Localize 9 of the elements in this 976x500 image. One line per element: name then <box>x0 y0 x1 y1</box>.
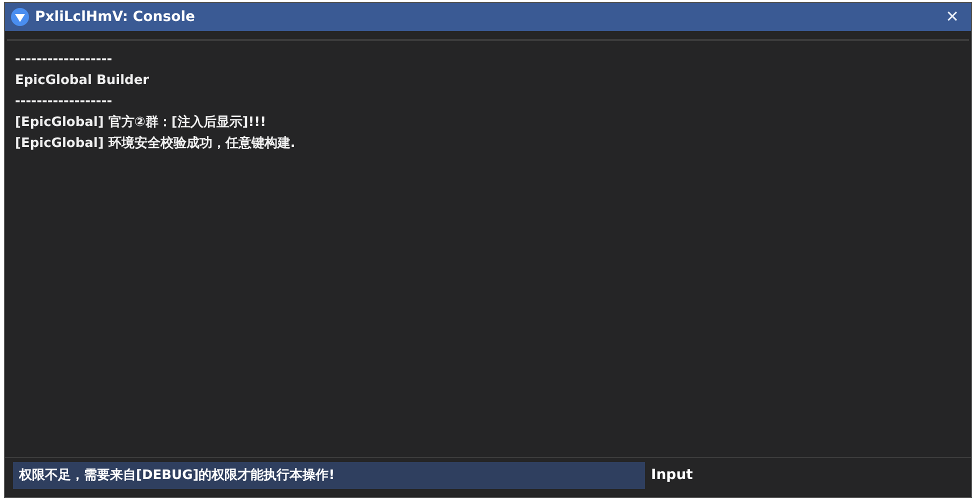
app-logo-icon <box>11 8 29 26</box>
close-button[interactable]: ✕ <box>940 5 965 29</box>
console-line: ------------------ <box>15 93 114 111</box>
console-line: ------------------ <box>15 51 114 69</box>
console-line: [EpicGlobal] 官方②群：[注入后显示]!!! <box>15 114 268 132</box>
input-label: Input <box>651 466 693 485</box>
console-line: EpicGlobal Builder <box>15 72 150 90</box>
window-title: PxliLclHmV: Console <box>35 8 195 26</box>
console-line: [EpicGlobal] 环境安全校验成功，任意键构建. <box>15 134 296 153</box>
